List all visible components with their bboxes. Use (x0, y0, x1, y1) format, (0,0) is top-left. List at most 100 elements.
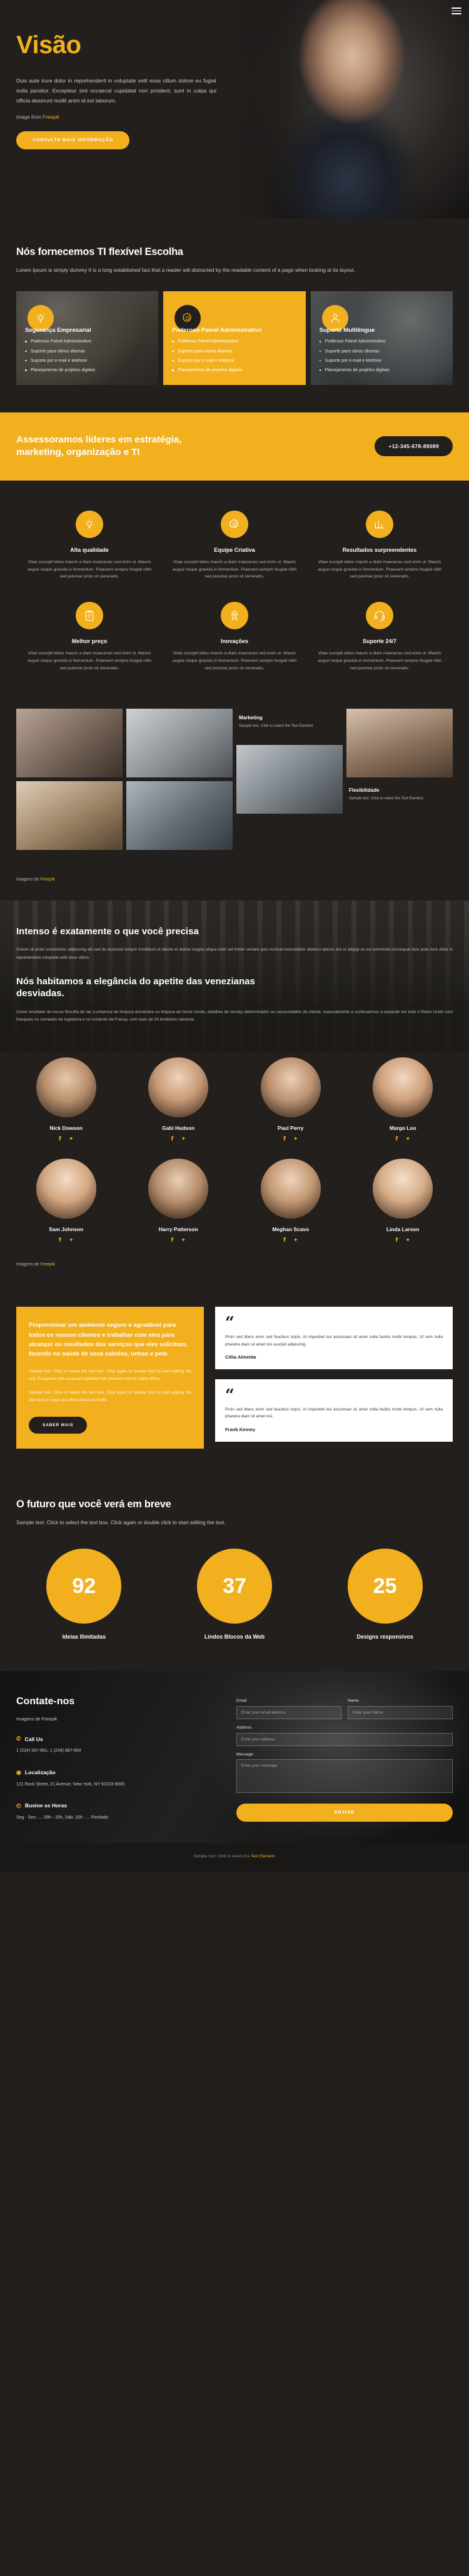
gallery-image[interactable] (126, 708, 233, 777)
facebook-icon[interactable]: f (396, 1238, 398, 1244)
team-member: Gabi Hudson f ✦ (129, 1057, 229, 1142)
footer-link[interactable]: Text Element (251, 1854, 275, 1859)
learn-more-button[interactable]: SABER MAIS (29, 1417, 88, 1434)
member-name: Sam Johnson (49, 1226, 84, 1233)
freepik-link[interactable]: Freepik (43, 114, 59, 120)
hero-cta-button[interactable]: CONSULTE MAIS INFORMAÇÃO (16, 131, 130, 149)
service-title: Alta qualidade (70, 546, 109, 553)
testimonial-author: Frank Kinney (225, 1426, 256, 1432)
message-field-wrap: Message (236, 1752, 453, 1796)
avatar (148, 1057, 209, 1118)
service-title: Resultados surpreendentes (342, 546, 417, 553)
team-member: Harry Patterson f ✦ (129, 1159, 229, 1244)
twitter-icon[interactable]: ✦ (405, 1137, 410, 1142)
twitter-icon[interactable]: ✦ (69, 1238, 74, 1244)
hours-title: Busine ss Horas (24, 1802, 68, 1809)
gallery-image[interactable] (236, 744, 343, 814)
footer: Sample text. Click to select the Text El… (0, 1843, 469, 1873)
stat-item: 37 Lindos Blocos da Web (167, 1549, 303, 1640)
list-item: Suporte para vários idiomas (319, 348, 444, 355)
freepik-link[interactable]: Freepik (41, 877, 55, 882)
cta-band-heading: Assessoramos líderes em estratégia, mark… (16, 434, 182, 458)
team-member: Paul Perry f ✦ (241, 1057, 341, 1142)
credit-prefix: Imagens de (16, 1262, 41, 1267)
facebook-icon[interactable]: f (59, 1238, 61, 1244)
service-text: Vitae suscipit tellus mauris a diam maec… (318, 559, 441, 579)
list-item: Planejamento de projetos digitais (319, 367, 444, 374)
member-name: Linda Larson (386, 1226, 420, 1233)
clipboard-icon (76, 602, 103, 630)
name-field[interactable] (348, 1706, 453, 1720)
team-member: Nick Dowson f ✦ (16, 1057, 116, 1142)
gallery-caption-text: Sample text. Click to select the Text El… (239, 724, 314, 728)
stat-label: Ideias Ilimitadas (62, 1634, 106, 1640)
twitter-icon[interactable]: ✦ (69, 1137, 74, 1142)
facebook-icon[interactable]: f (171, 1137, 174, 1142)
service-item: Suporte 24/7 Vitae suscipit tellus mauri… (315, 602, 444, 672)
promo-paragraph-1: Sample text. Click to select the text bo… (29, 1369, 191, 1381)
facebook-icon[interactable]: f (59, 1137, 61, 1142)
gallery-image[interactable] (16, 781, 123, 850)
footer-text-prefix: Sample text. Click to select the (193, 1854, 251, 1859)
service-text: Vitae suscipit tellus mauris a diam maec… (173, 559, 296, 579)
footer-text: Sample text. Click to select the Text El… (16, 1854, 453, 1859)
facebook-icon[interactable]: f (283, 1238, 286, 1244)
team-row: Sam Johnson f ✦ Harry Patterson f ✦ Meghan… (16, 1159, 453, 1244)
gallery-image[interactable] (16, 708, 123, 777)
hours-block: ◴ Busine ss Horas Seg - Sex.: ... 09h - 2… (16, 1802, 223, 1822)
team-member: Margo Loo f ✦ (353, 1057, 453, 1142)
gallery-caption-title: Flexibilidade (349, 787, 380, 793)
gallery-credit: Imagens de Freepik (0, 877, 469, 901)
location-title: Localização (24, 1769, 56, 1776)
name-label: Name (348, 1699, 359, 1704)
twitter-icon[interactable]: ✦ (293, 1238, 298, 1244)
stat-value: 37 (196, 1549, 272, 1624)
feature-card[interactable]: Poderoso Painel Administrativo Poderoso … (163, 291, 306, 386)
email-label: Email (236, 1699, 247, 1704)
address-field-wrap: Address (236, 1725, 453, 1747)
twitter-icon[interactable]: ✦ (181, 1137, 186, 1142)
facebook-icon[interactable]: f (171, 1238, 174, 1244)
facebook-icon[interactable]: f (396, 1137, 398, 1142)
hamburger-menu-icon[interactable] (451, 7, 461, 16)
twitter-icon[interactable]: ✦ (293, 1137, 298, 1142)
twitter-icon[interactable]: ✦ (405, 1238, 410, 1244)
contact-section: Contate-nos Imagens de Freepik ✆ Call Us … (0, 1671, 469, 1844)
avatar (260, 1159, 321, 1219)
email-field[interactable] (236, 1706, 341, 1720)
service-item: Melhor preço Vitae suscipit tellus mauri… (25, 602, 154, 672)
service-text: Vitae suscipit tellus mauris a diam maec… (318, 651, 441, 671)
freepik-link[interactable]: Freepik (42, 1716, 58, 1722)
freepik-link[interactable]: Freepik (41, 1262, 55, 1267)
gallery-image[interactable] (346, 708, 453, 777)
team-row: Nick Dowson f ✦ Gabi Hudson f ✦ Paul Perry… (16, 1057, 453, 1142)
rocket-icon (221, 602, 248, 630)
service-title: Inovações (220, 638, 249, 645)
contact-credit: Imagens de Freepik (16, 1716, 223, 1722)
team-member: Sam Johnson f ✦ (16, 1159, 116, 1244)
chart-icon (366, 510, 393, 538)
message-field[interactable] (236, 1759, 453, 1794)
twitter-icon[interactable]: ✦ (181, 1238, 186, 1244)
facebook-icon[interactable]: f (283, 1137, 286, 1142)
card-feature-list: Poderoso Painel Administrativo Suporte p… (172, 338, 296, 376)
credit-prefix: image from (16, 114, 43, 120)
submit-button[interactable]: ENVIAR (236, 1804, 453, 1822)
phone-button[interactable]: +12-345-678-89089 (375, 436, 453, 457)
address-field[interactable] (236, 1733, 453, 1747)
call-us-block: ✆ Call Us 1 (234) 567-891, 1 (234) 987-65… (16, 1735, 223, 1755)
credit-prefix: Imagens de (16, 1716, 42, 1722)
message-label: Message (236, 1752, 253, 1757)
feature-card[interactable]: Segurança Empresarial Poderoso Painel Ad… (16, 291, 159, 386)
pin-icon: ◉ (16, 1769, 21, 1775)
stat-value: 92 (46, 1549, 122, 1624)
feature-card[interactable]: Suporte Multilíngue Poderoso Painel Admi… (310, 291, 453, 386)
city-heading-2: Nós habitamos a elegância do apetite das… (16, 976, 255, 999)
landing-page: Visão Duis aute irure dolor in reprehend… (0, 0, 469, 1873)
clock-icon: ◴ (16, 1802, 21, 1809)
stat-item: 25 Designs responsivos (317, 1549, 453, 1640)
gallery-image[interactable] (126, 781, 233, 850)
list-item: Poderoso Painel Administrativo (172, 338, 296, 345)
phone-icon: ✆ (16, 1735, 21, 1742)
future-stats-section: O futuro que você verá em breve Sample t… (0, 1474, 469, 1671)
